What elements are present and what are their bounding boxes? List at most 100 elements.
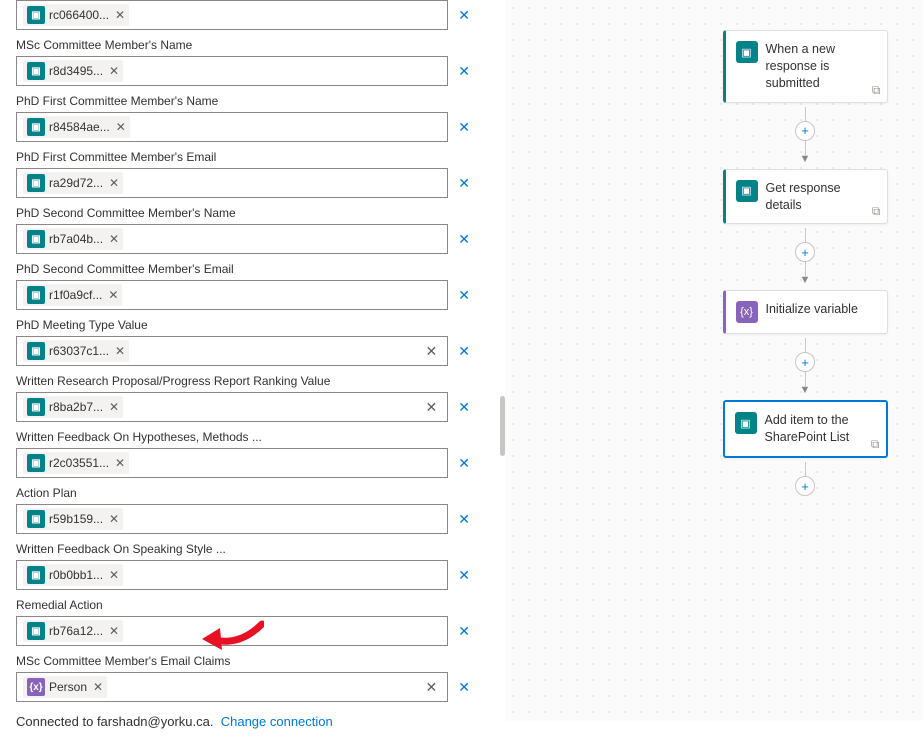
chevron-down-icon: ▼: [800, 384, 811, 396]
forms-icon: ▣: [27, 286, 45, 304]
link-icon: ⧉: [871, 437, 880, 452]
value-input[interactable]: ▣ r8d3495... ✕: [16, 56, 448, 86]
value-input[interactable]: ▣ r0b0bb1... ✕: [16, 560, 448, 590]
field-msc-name: MSc Committee Member's Name ▣ r8d3495...…: [16, 38, 474, 86]
remove-token-icon[interactable]: ✕: [109, 400, 119, 414]
dynamic-token[interactable]: {x} Person ✕: [23, 676, 107, 698]
clear-field-icon[interactable]: ✕: [454, 563, 474, 588]
dynamic-token[interactable]: ▣ r8ba2b7... ✕: [23, 396, 123, 418]
field-top: ▣ rc066400... ✕ ✕: [16, 0, 474, 30]
connection-footer: Connected to farshadn@yorku.ca. Change c…: [16, 714, 474, 729]
value-input[interactable]: ▣ r84584ae... ✕: [16, 112, 448, 142]
dynamic-token[interactable]: ▣ r1f0a9cf... ✕: [23, 284, 122, 306]
flow-connector: + ▼: [795, 224, 815, 290]
flow-card-title: Get response details: [766, 180, 877, 214]
clear-field-icon[interactable]: ✕: [454, 339, 474, 364]
clear-field-icon[interactable]: ✕: [454, 283, 474, 308]
dynamic-token[interactable]: ▣ rb76a12... ✕: [23, 620, 123, 642]
clear-field-icon[interactable]: ✕: [454, 675, 474, 700]
remove-token-icon[interactable]: ✕: [109, 232, 119, 246]
dynamic-token[interactable]: ▣ r63037c1... ✕: [23, 340, 129, 362]
remove-token-icon[interactable]: ✕: [109, 176, 119, 190]
forms-icon: ▣: [27, 622, 45, 640]
remove-token-icon[interactable]: ✕: [109, 64, 119, 78]
remove-token-icon[interactable]: ✕: [109, 624, 119, 638]
field-msc-email-claims: MSc Committee Member's Email Claims {x} …: [16, 654, 474, 702]
clear-field-icon[interactable]: ✕: [454, 3, 474, 28]
clear-field-icon[interactable]: ✕: [454, 59, 474, 84]
value-input[interactable]: ▣ ra29d72... ✕: [16, 168, 448, 198]
flow-step-init-variable[interactable]: {x} Initialize variable: [723, 290, 888, 334]
value-input[interactable]: {x} Person ✕ ✕: [16, 672, 448, 702]
input-clear-icon[interactable]: ✕: [422, 399, 442, 416]
field-phd2-name: PhD Second Committee Member's Name ▣ rb7…: [16, 206, 474, 254]
remove-token-icon[interactable]: ✕: [115, 456, 125, 470]
dynamic-token[interactable]: ▣ r84584ae... ✕: [23, 116, 130, 138]
change-connection-link[interactable]: Change connection: [221, 714, 333, 729]
form-panel: ▣ rc066400... ✕ ✕ MSc Committee Member's…: [0, 0, 490, 745]
field-phd2-email: PhD Second Committee Member's Email ▣ r1…: [16, 262, 474, 310]
input-clear-icon[interactable]: ✕: [422, 679, 442, 696]
field-phd1-name: PhD First Committee Member's Name ▣ r845…: [16, 94, 474, 142]
value-input[interactable]: ▣ r8ba2b7... ✕ ✕: [16, 392, 448, 422]
flow-canvas[interactable]: ▣ When a new response is submitted ⧉ + ▼…: [505, 0, 923, 721]
field-label: MSc Committee Member's Email Claims: [16, 654, 474, 668]
connection-text: Connected to farshadn@yorku.ca.: [16, 714, 213, 729]
dynamic-token[interactable]: ▣ rb7a04b... ✕: [23, 228, 123, 250]
field-label: PhD First Committee Member's Email: [16, 150, 474, 164]
value-input[interactable]: ▣ r1f0a9cf... ✕: [16, 280, 448, 310]
remove-token-icon[interactable]: ✕: [115, 8, 125, 22]
field-meeting-type: PhD Meeting Type Value ▣ r63037c1... ✕ ✕…: [16, 318, 474, 366]
remove-token-icon[interactable]: ✕: [115, 344, 125, 358]
dynamic-token[interactable]: ▣ ra29d72... ✕: [23, 172, 123, 194]
field-label: Action Plan: [16, 486, 474, 500]
dynamic-token[interactable]: ▣ r2c03551... ✕: [23, 452, 129, 474]
sharepoint-icon: ▣: [735, 412, 757, 434]
value-input[interactable]: ▣ r2c03551... ✕: [16, 448, 448, 478]
flow-card-title: Initialize variable: [766, 301, 858, 318]
field-label: Remedial Action: [16, 598, 474, 612]
flow-step-response[interactable]: ▣ Get response details ⧉: [723, 169, 888, 225]
remove-token-icon[interactable]: ✕: [109, 568, 119, 582]
input-clear-icon[interactable]: ✕: [422, 343, 442, 360]
value-input[interactable]: ▣ r59b159... ✕: [16, 504, 448, 534]
field-label: Written Feedback On Hypotheses, Methods …: [16, 430, 474, 444]
forms-icon: ▣: [27, 6, 45, 24]
field-phd1-email: PhD First Committee Member's Email ▣ ra2…: [16, 150, 474, 198]
forms-icon: ▣: [736, 41, 758, 63]
clear-field-icon[interactable]: ✕: [454, 451, 474, 476]
flow-card-title: When a new response is submitted: [766, 41, 877, 92]
clear-field-icon[interactable]: ✕: [454, 227, 474, 252]
dynamic-token[interactable]: ▣ r8d3495... ✕: [23, 60, 123, 82]
flow-connector-end: +: [795, 458, 815, 500]
remove-token-icon[interactable]: ✕: [109, 512, 119, 526]
remove-token-icon[interactable]: ✕: [108, 288, 118, 302]
add-step-button[interactable]: +: [795, 476, 815, 496]
clear-field-icon[interactable]: ✕: [454, 619, 474, 644]
value-input[interactable]: ▣ rb76a12... ✕: [16, 616, 448, 646]
clear-field-icon[interactable]: ✕: [454, 115, 474, 140]
clear-field-icon[interactable]: ✕: [454, 395, 474, 420]
value-input[interactable]: ▣ rb7a04b... ✕: [16, 224, 448, 254]
add-step-button[interactable]: +: [795, 121, 815, 141]
field-label: Written Research Proposal/Progress Repor…: [16, 374, 474, 388]
field-wfs: Written Feedback On Speaking Style ... ▣…: [16, 542, 474, 590]
dynamic-token[interactable]: ▣ r59b159... ✕: [23, 508, 123, 530]
field-wrp: Written Research Proposal/Progress Repor…: [16, 374, 474, 422]
remove-token-icon[interactable]: ✕: [116, 120, 126, 134]
flow-step-add-sharepoint[interactable]: ▣ Add item to the SharePoint List ⧉: [723, 400, 888, 458]
field-remedial: Remedial Action ▣ rb76a12... ✕ ✕: [16, 598, 474, 646]
value-input[interactable]: ▣ rc066400... ✕: [16, 0, 448, 30]
add-step-button[interactable]: +: [795, 242, 815, 262]
forms-icon: ▣: [27, 230, 45, 248]
dynamic-token[interactable]: ▣ rc066400... ✕: [23, 4, 129, 26]
value-input[interactable]: ▣ r63037c1... ✕ ✕: [16, 336, 448, 366]
field-label: PhD Meeting Type Value: [16, 318, 474, 332]
add-step-button[interactable]: +: [795, 352, 815, 372]
dynamic-token[interactable]: ▣ r0b0bb1... ✕: [23, 564, 123, 586]
remove-token-icon[interactable]: ✕: [93, 680, 103, 694]
flow-trigger-card[interactable]: ▣ When a new response is submitted ⧉: [723, 30, 888, 103]
link-icon: ⧉: [872, 83, 881, 98]
clear-field-icon[interactable]: ✕: [454, 171, 474, 196]
clear-field-icon[interactable]: ✕: [454, 507, 474, 532]
